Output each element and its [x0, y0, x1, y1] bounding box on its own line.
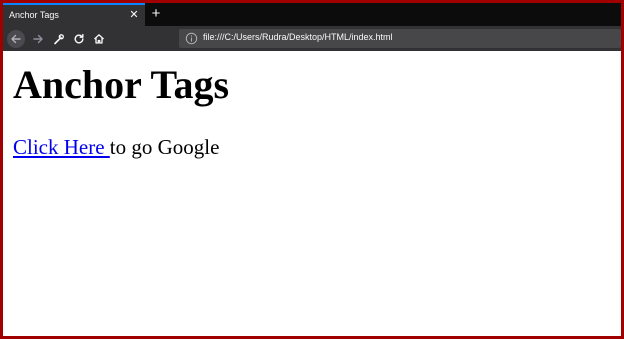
browser-window: Anchor Tags ✕ + file:///C:/Users/Rudra/D… [0, 0, 624, 339]
page-content: Anchor Tags Click Here to go Google [3, 51, 621, 336]
forward-button[interactable] [29, 30, 47, 48]
new-tab-icon[interactable]: + [148, 5, 164, 23]
forward-arrow-icon [33, 34, 43, 44]
address-bar[interactable]: file:///C:/Users/Rudra/Desktop/HTML/inde… [179, 29, 621, 48]
google-link[interactable]: Click Here [13, 135, 110, 159]
nav-toolbar: file:///C:/Users/Rudra/Desktop/HTML/inde… [3, 26, 621, 51]
home-button[interactable] [90, 30, 108, 48]
link-paragraph: Click Here to go Google [13, 135, 219, 159]
reload-button[interactable] [70, 30, 88, 48]
info-icon[interactable] [185, 32, 198, 45]
tab-title: Anchor Tags [9, 10, 59, 20]
url-text: file:///C:/Users/Rudra/Desktop/HTML/inde… [203, 32, 393, 42]
back-button[interactable] [7, 30, 25, 48]
reload-icon [74, 33, 84, 44]
back-arrow-icon [11, 34, 21, 44]
home-icon [94, 34, 104, 44]
link-trailing-text: to go Google [109, 135, 220, 159]
tools-button[interactable] [50, 30, 68, 48]
page-heading: Anchor Tags [13, 62, 230, 107]
wrench-icon [54, 34, 64, 45]
close-tab-icon[interactable]: ✕ [127, 8, 141, 22]
tab-anchor-tags[interactable]: Anchor Tags ✕ [3, 3, 145, 26]
tab-strip: Anchor Tags ✕ + [3, 3, 621, 26]
